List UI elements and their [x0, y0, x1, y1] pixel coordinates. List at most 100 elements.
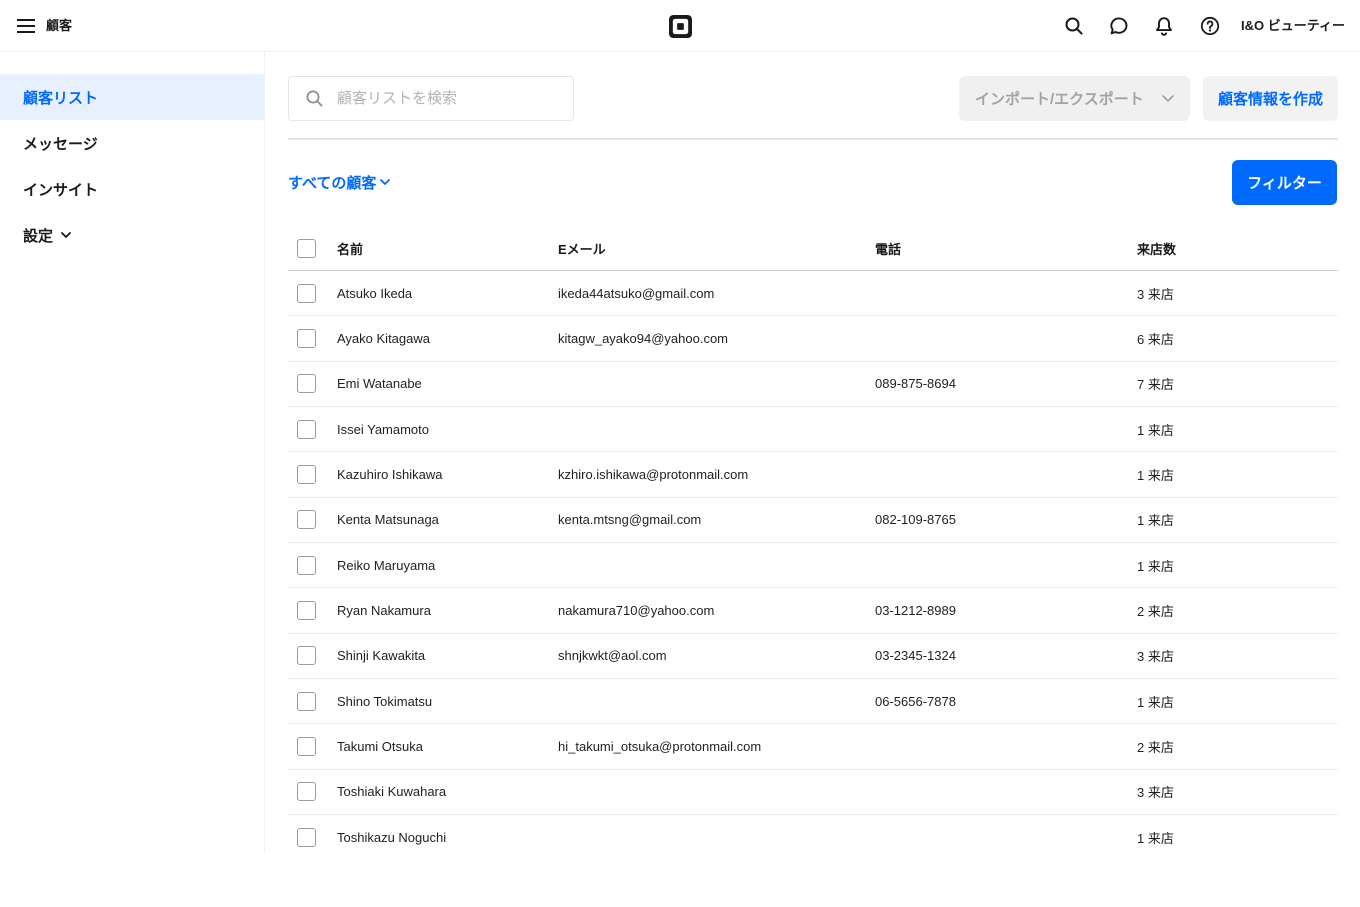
select-all-checkbox[interactable] [297, 238, 316, 258]
row-checkbox[interactable] [297, 510, 316, 530]
customer-phone: 03-2345-1324 [875, 648, 956, 664]
row-checkbox[interactable] [297, 828, 316, 848]
search-input[interactable] [337, 77, 565, 120]
row-checkbox[interactable] [297, 782, 316, 802]
customer-visit-count: 6 来店 [1137, 331, 1174, 347]
column-header-email[interactable]: Eメール [558, 226, 606, 270]
customer-name: Kenta Matsunaga [337, 512, 439, 528]
row-checkbox[interactable] [297, 736, 316, 756]
filter-button[interactable]: フィルター [1232, 160, 1337, 205]
row-checkbox[interactable] [297, 600, 316, 620]
table-row[interactable]: Shinji Kawakita shnjkwkt@aol.com 03-2345-1… [288, 634, 1338, 679]
menu-button[interactable] [17, 19, 35, 33]
customer-visit-count: 3 来店 [1137, 649, 1174, 665]
row-checkbox-cell [297, 770, 316, 814]
row-checkbox[interactable] [297, 283, 316, 303]
row-checkbox-cell [297, 407, 316, 451]
row-checkbox-cell [297, 815, 316, 860]
customer-name: Ryan Nakamura [337, 602, 431, 618]
sidebar-item-messages[interactable]: メッセージ [0, 120, 264, 166]
table-row[interactable]: Takumi Otsuka hi_takumi_otsuka@protonmail… [288, 724, 1338, 770]
customer-visit-count: 1 来店 [1137, 558, 1174, 574]
table-row[interactable]: Shino Tokimatsu 06-5656-7878 1 来店 [288, 679, 1338, 725]
customer-name: Issei Yamamoto [337, 421, 430, 437]
customer-name: Takumi Otsuka [337, 738, 423, 754]
table-row[interactable]: Ryan Nakamura nakamura710@yahoo.com 03-121… [288, 588, 1338, 634]
row-checkbox-cell [297, 362, 316, 406]
table-row[interactable]: Atsuko Ikeda ikeda44atsuko@gmail.com 3 来店 [288, 271, 1338, 317]
sidebar-item-settings[interactable]: 設定 [0, 212, 264, 258]
row-checkbox-cell [297, 452, 316, 496]
customer-name: Atsuko Ikeda [337, 285, 413, 301]
table-row[interactable]: Ayako Kitagawa kitagw_ayako94@yahoo.com 6 … [288, 316, 1338, 362]
import-export-label: インポート/エクスポート [975, 91, 1144, 108]
create-customer-button[interactable]: 顧客情報を作成 [1203, 76, 1338, 121]
row-checkbox[interactable] [297, 419, 316, 439]
table-row[interactable]: Toshikazu Noguchi 1 来店 [288, 815, 1338, 860]
column-header-visits[interactable]: 来店数 [1137, 226, 1176, 270]
chevron-down-icon [61, 232, 71, 238]
table-row[interactable]: Kazuhiro Ishikawa kzhiro.ishikawa@protonm… [288, 452, 1338, 498]
row-checkbox-cell [297, 271, 316, 315]
import-export-button[interactable]: インポート/エクスポート [959, 76, 1190, 121]
customer-phone: 082-109-8765 [875, 512, 956, 528]
customer-email: hi_takumi_otsuka@protonmail.com [558, 738, 762, 754]
sidebar-item-label: 設定 [23, 227, 54, 245]
menu-icon [17, 19, 35, 33]
table-body: Atsuko Ikeda ikeda44atsuko@gmail.com 3 来店 A… [288, 271, 1338, 860]
customer-name: Toshikazu Noguchi [337, 830, 447, 846]
sidebar-item-customer-list[interactable]: 顧客リスト [0, 74, 264, 120]
sidebar-item-label: インサイト [23, 181, 99, 199]
row-checkbox-cell [297, 588, 316, 632]
customer-email: ikeda44atsuko@gmail.com [558, 285, 715, 301]
customer-name: Toshiaki Kuwahara [337, 784, 447, 800]
filter-label: フィルター [1247, 175, 1322, 192]
customer-name: Reiko Maruyama [337, 557, 436, 573]
row-checkbox-cell [297, 679, 316, 723]
customer-email: shnjkwkt@aol.com [558, 648, 667, 664]
customer-visit-count: 1 来店 [1137, 694, 1174, 710]
chevron-down-icon [380, 179, 391, 185]
row-checkbox-cell [297, 724, 316, 768]
customer-visit-count: 2 来店 [1137, 739, 1174, 755]
sidebar-item-label: 顧客リスト [23, 89, 99, 107]
sidebar: 顧客リスト メッセージ インサイト 設定 [0, 52, 265, 852]
customer-segment-dropdown[interactable]: すべての顧客 [288, 170, 391, 194]
row-checkbox[interactable] [297, 328, 316, 348]
chevron-down-icon [1162, 95, 1174, 102]
customer-phone: 089-875-8694 [875, 376, 956, 392]
row-checkbox[interactable] [297, 691, 316, 711]
customer-search-box[interactable] [288, 76, 574, 121]
customer-name: Shinji Kawakita [337, 648, 426, 664]
customer-visit-count: 2 来店 [1137, 603, 1174, 619]
customer-visit-count: 1 来店 [1137, 513, 1174, 529]
create-customer-label: 顧客情報を作成 [1217, 91, 1323, 108]
customer-email: kenta.mtsng@gmail.com [558, 512, 702, 528]
column-header-name[interactable]: 名前 [337, 226, 363, 270]
customer-email: kzhiro.ishikawa@protonmail.com [558, 466, 749, 482]
row-checkbox-cell [297, 498, 316, 542]
table-row[interactable]: Kenta Matsunaga kenta.mtsng@gmail.com 082-… [288, 498, 1338, 543]
row-checkbox[interactable] [297, 374, 316, 394]
customer-table: 名前 Eメール 電話 来店数 Atsuko Ikeda ikeda44atsuko… [288, 226, 1338, 860]
row-checkbox[interactable] [297, 646, 316, 666]
customer-name: Kazuhiro Ishikawa [337, 466, 443, 482]
customer-visit-count: 1 来店 [1137, 467, 1174, 483]
customer-visit-count: 3 来店 [1137, 286, 1174, 302]
customer-phone: 03-1212-8989 [875, 602, 956, 618]
row-checkbox[interactable] [297, 464, 316, 484]
table-header: 名前 Eメール 電話 来店数 [288, 226, 1338, 271]
column-header-phone[interactable]: 電話 [875, 226, 901, 270]
sidebar-item-insights[interactable]: インサイト [0, 166, 264, 212]
customer-name: Ayako Kitagawa [337, 330, 430, 346]
main-content: インポート/エクスポート 顧客情報を作成 すべての顧客 フィルター 名前 Eメー… [288, 0, 1338, 907]
table-row[interactable]: Toshiaki Kuwahara 3 来店 [288, 770, 1338, 815]
row-checkbox-cell [297, 316, 316, 360]
row-checkbox[interactable] [297, 555, 316, 575]
customer-email: kitagw_ayako94@yahoo.com [558, 330, 729, 346]
table-row[interactable]: Issei Yamamoto 1 来店 [288, 407, 1338, 453]
table-row[interactable]: Reiko Maruyama 1 来店 [288, 543, 1338, 589]
segment-label: すべての顧客 [288, 174, 377, 192]
table-row[interactable]: Emi Watanabe 089-875-8694 7 来店 [288, 362, 1338, 407]
customer-name: Emi Watanabe [337, 376, 422, 392]
